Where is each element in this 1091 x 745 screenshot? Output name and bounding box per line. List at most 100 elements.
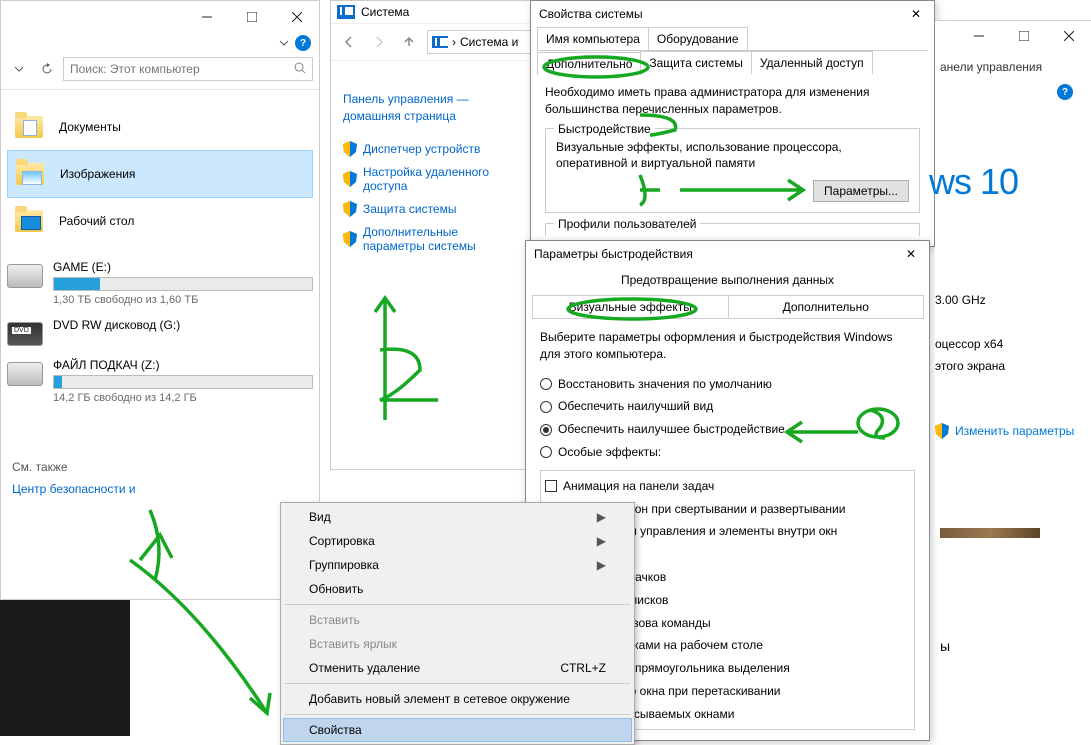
radio-icon bbox=[540, 424, 552, 436]
tab[interactable]: Оборудование bbox=[648, 27, 748, 50]
change-params-link[interactable]: Изменить параметры bbox=[935, 423, 1091, 439]
folder-item[interactable]: Рабочий стол bbox=[7, 198, 313, 244]
maximize-button[interactable] bbox=[1001, 21, 1046, 51]
tab[interactable]: Удаленный доступ bbox=[751, 51, 873, 74]
close-icon[interactable]: ✕ bbox=[901, 247, 921, 261]
minimize-button[interactable] bbox=[184, 2, 229, 32]
shield-icon bbox=[343, 141, 357, 157]
radio-option[interactable]: Обеспечить наилучшее быстродействие bbox=[540, 418, 915, 441]
folder-label: Изображения bbox=[60, 167, 135, 181]
maximize-button[interactable] bbox=[229, 2, 274, 32]
folder-label: Рабочий стол bbox=[59, 214, 134, 228]
folder-item[interactable]: Документы bbox=[7, 104, 313, 150]
context-menu-item[interactable]: Вид▶ bbox=[283, 505, 632, 529]
performance-desc: Визуальные эффекты, использование процес… bbox=[556, 139, 909, 173]
menu-separator bbox=[285, 683, 630, 684]
see-also-header: См. также bbox=[12, 460, 192, 474]
drive-name: GAME (E:) bbox=[53, 260, 313, 274]
system-properties-dialog: Свойства системы ✕ Имя компьютераОборудо… bbox=[530, 0, 935, 247]
windows10-logo: ws 10 bbox=[929, 161, 1091, 203]
radio-icon bbox=[540, 378, 552, 390]
context-menu-item[interactable]: Добавить новый элемент в сетевое окружен… bbox=[283, 687, 632, 711]
system-icon bbox=[337, 5, 355, 19]
refresh-button[interactable] bbox=[35, 57, 59, 81]
parameters-button[interactable]: Параметры... bbox=[813, 180, 909, 202]
menu-separator bbox=[285, 604, 630, 605]
search-box bbox=[63, 57, 313, 81]
context-menu-item[interactable]: Сортировка▶ bbox=[283, 529, 632, 553]
checkbox-icon bbox=[545, 480, 557, 492]
drive-icon bbox=[7, 264, 43, 288]
close-button[interactable] bbox=[274, 2, 319, 32]
drive-item[interactable]: ФАЙЛ ПОДКАЧ (Z:) 14,2 ГБ свободно из 14,2… bbox=[1, 352, 319, 410]
drive-icon bbox=[7, 362, 43, 386]
system-sidebar-link[interactable]: Диспетчер устройств bbox=[343, 141, 523, 157]
drive-item[interactable]: DVD RW дисковод (G:) bbox=[1, 312, 319, 352]
performance-group-title: Быстродействие bbox=[554, 121, 655, 138]
context-menu: Вид▶Сортировка▶Группировка▶Обновить Встав… bbox=[280, 502, 635, 745]
context-menu-item[interactable]: Свойства bbox=[283, 718, 632, 742]
forward-button[interactable] bbox=[367, 30, 391, 54]
folder-item[interactable]: Изображения bbox=[7, 150, 313, 198]
shield-icon bbox=[935, 423, 949, 439]
drive-icon bbox=[7, 322, 43, 346]
dialog-title: Параметры быстродействия bbox=[534, 247, 693, 261]
radio-option[interactable]: Особые эффекты: bbox=[540, 441, 915, 464]
close-icon[interactable]: ✕ bbox=[906, 7, 926, 21]
nav-dropdown[interactable] bbox=[7, 57, 31, 81]
image-fragment bbox=[940, 528, 1040, 538]
drive-sub: 14,2 ГБ свободно из 14,2 ГБ bbox=[53, 392, 313, 404]
cpu-arch: оцессор x64 bbox=[935, 337, 1091, 351]
close-button[interactable] bbox=[1046, 21, 1091, 51]
drive-sub: 1,30 ТБ свободно из 1,60 ТБ bbox=[53, 294, 313, 306]
checkbox-option[interactable]: Анимация на панели задач bbox=[545, 475, 910, 498]
context-menu-item: Вставить bbox=[283, 608, 632, 632]
radio-icon bbox=[540, 446, 552, 458]
context-menu-item[interactable]: Отменить удалениеCTRL+Z bbox=[283, 656, 632, 680]
radio-option[interactable]: Восстановить значения по умолчанию bbox=[540, 373, 915, 396]
dialog-title: Свойства системы bbox=[539, 7, 643, 21]
tab[interactable]: Визуальные эффекты bbox=[532, 295, 729, 319]
tab[interactable]: Защита системы bbox=[640, 51, 751, 74]
back-button[interactable] bbox=[337, 30, 361, 54]
chevron-down-icon[interactable] bbox=[279, 38, 289, 48]
profiles-group-title: Профили пользователей bbox=[554, 216, 700, 233]
folder-icon bbox=[13, 206, 49, 236]
drive-name: DVD RW дисковод (G:) bbox=[53, 318, 313, 332]
folder-icon bbox=[14, 159, 50, 189]
system-sidebar-link[interactable]: Защита системы bbox=[343, 201, 523, 217]
context-menu-item: Вставить ярлык bbox=[283, 632, 632, 656]
security-center-link[interactable]: Центр безопасности и bbox=[12, 482, 192, 496]
folder-label: Документы bbox=[59, 120, 121, 134]
shield-icon bbox=[343, 201, 357, 217]
search-input[interactable] bbox=[70, 62, 294, 76]
dep-header: Предотвращение выполнения данных bbox=[526, 273, 929, 287]
drive-name: ФАЙЛ ПОДКАЧ (Z:) bbox=[53, 358, 313, 372]
search-icon[interactable] bbox=[294, 62, 306, 77]
explorer-window: ? Документы Изображения Рабочий стол GAME … bbox=[0, 0, 320, 600]
screen-info: этого экрана bbox=[935, 359, 1091, 373]
up-button[interactable] bbox=[397, 30, 421, 54]
system-sidebar-link[interactable]: Настройка удаленного доступа bbox=[343, 165, 523, 193]
tab[interactable]: Дополнительно bbox=[537, 52, 641, 75]
admin-note: Необходимо иметь права администратора дл… bbox=[545, 84, 920, 118]
folder-list: Документы Изображения Рабочий стол bbox=[1, 94, 319, 254]
control-panel-home-link[interactable]: Панель управления — домашняя страница bbox=[343, 91, 523, 125]
folder-icon bbox=[13, 112, 49, 142]
radio-icon bbox=[540, 401, 552, 413]
perf-desc: Выберите параметры оформления и быстроде… bbox=[540, 329, 915, 363]
drive-item[interactable]: GAME (E:) 1,30 ТБ свободно из 1,60 ТБ bbox=[1, 254, 319, 312]
help-icon[interactable]: ? bbox=[1057, 84, 1073, 100]
shield-icon bbox=[343, 171, 357, 187]
tab[interactable]: Имя компьютера bbox=[537, 27, 649, 50]
minimize-button[interactable] bbox=[956, 21, 1001, 51]
radio-option[interactable]: Обеспечить наилучший вид bbox=[540, 395, 915, 418]
help-icon[interactable]: ? bbox=[295, 35, 311, 51]
context-menu-item[interactable]: Группировка▶ bbox=[283, 553, 632, 577]
tab[interactable]: Дополнительно bbox=[728, 295, 925, 319]
system-title: Система bbox=[361, 5, 409, 19]
system-sidebar-link[interactable]: Дополнительные параметры системы bbox=[343, 225, 523, 253]
taskbar-fragment bbox=[0, 600, 130, 736]
drive-list: GAME (E:) 1,30 ТБ свободно из 1,60 ТБ DVD … bbox=[1, 254, 319, 410]
context-menu-item[interactable]: Обновить bbox=[283, 577, 632, 601]
